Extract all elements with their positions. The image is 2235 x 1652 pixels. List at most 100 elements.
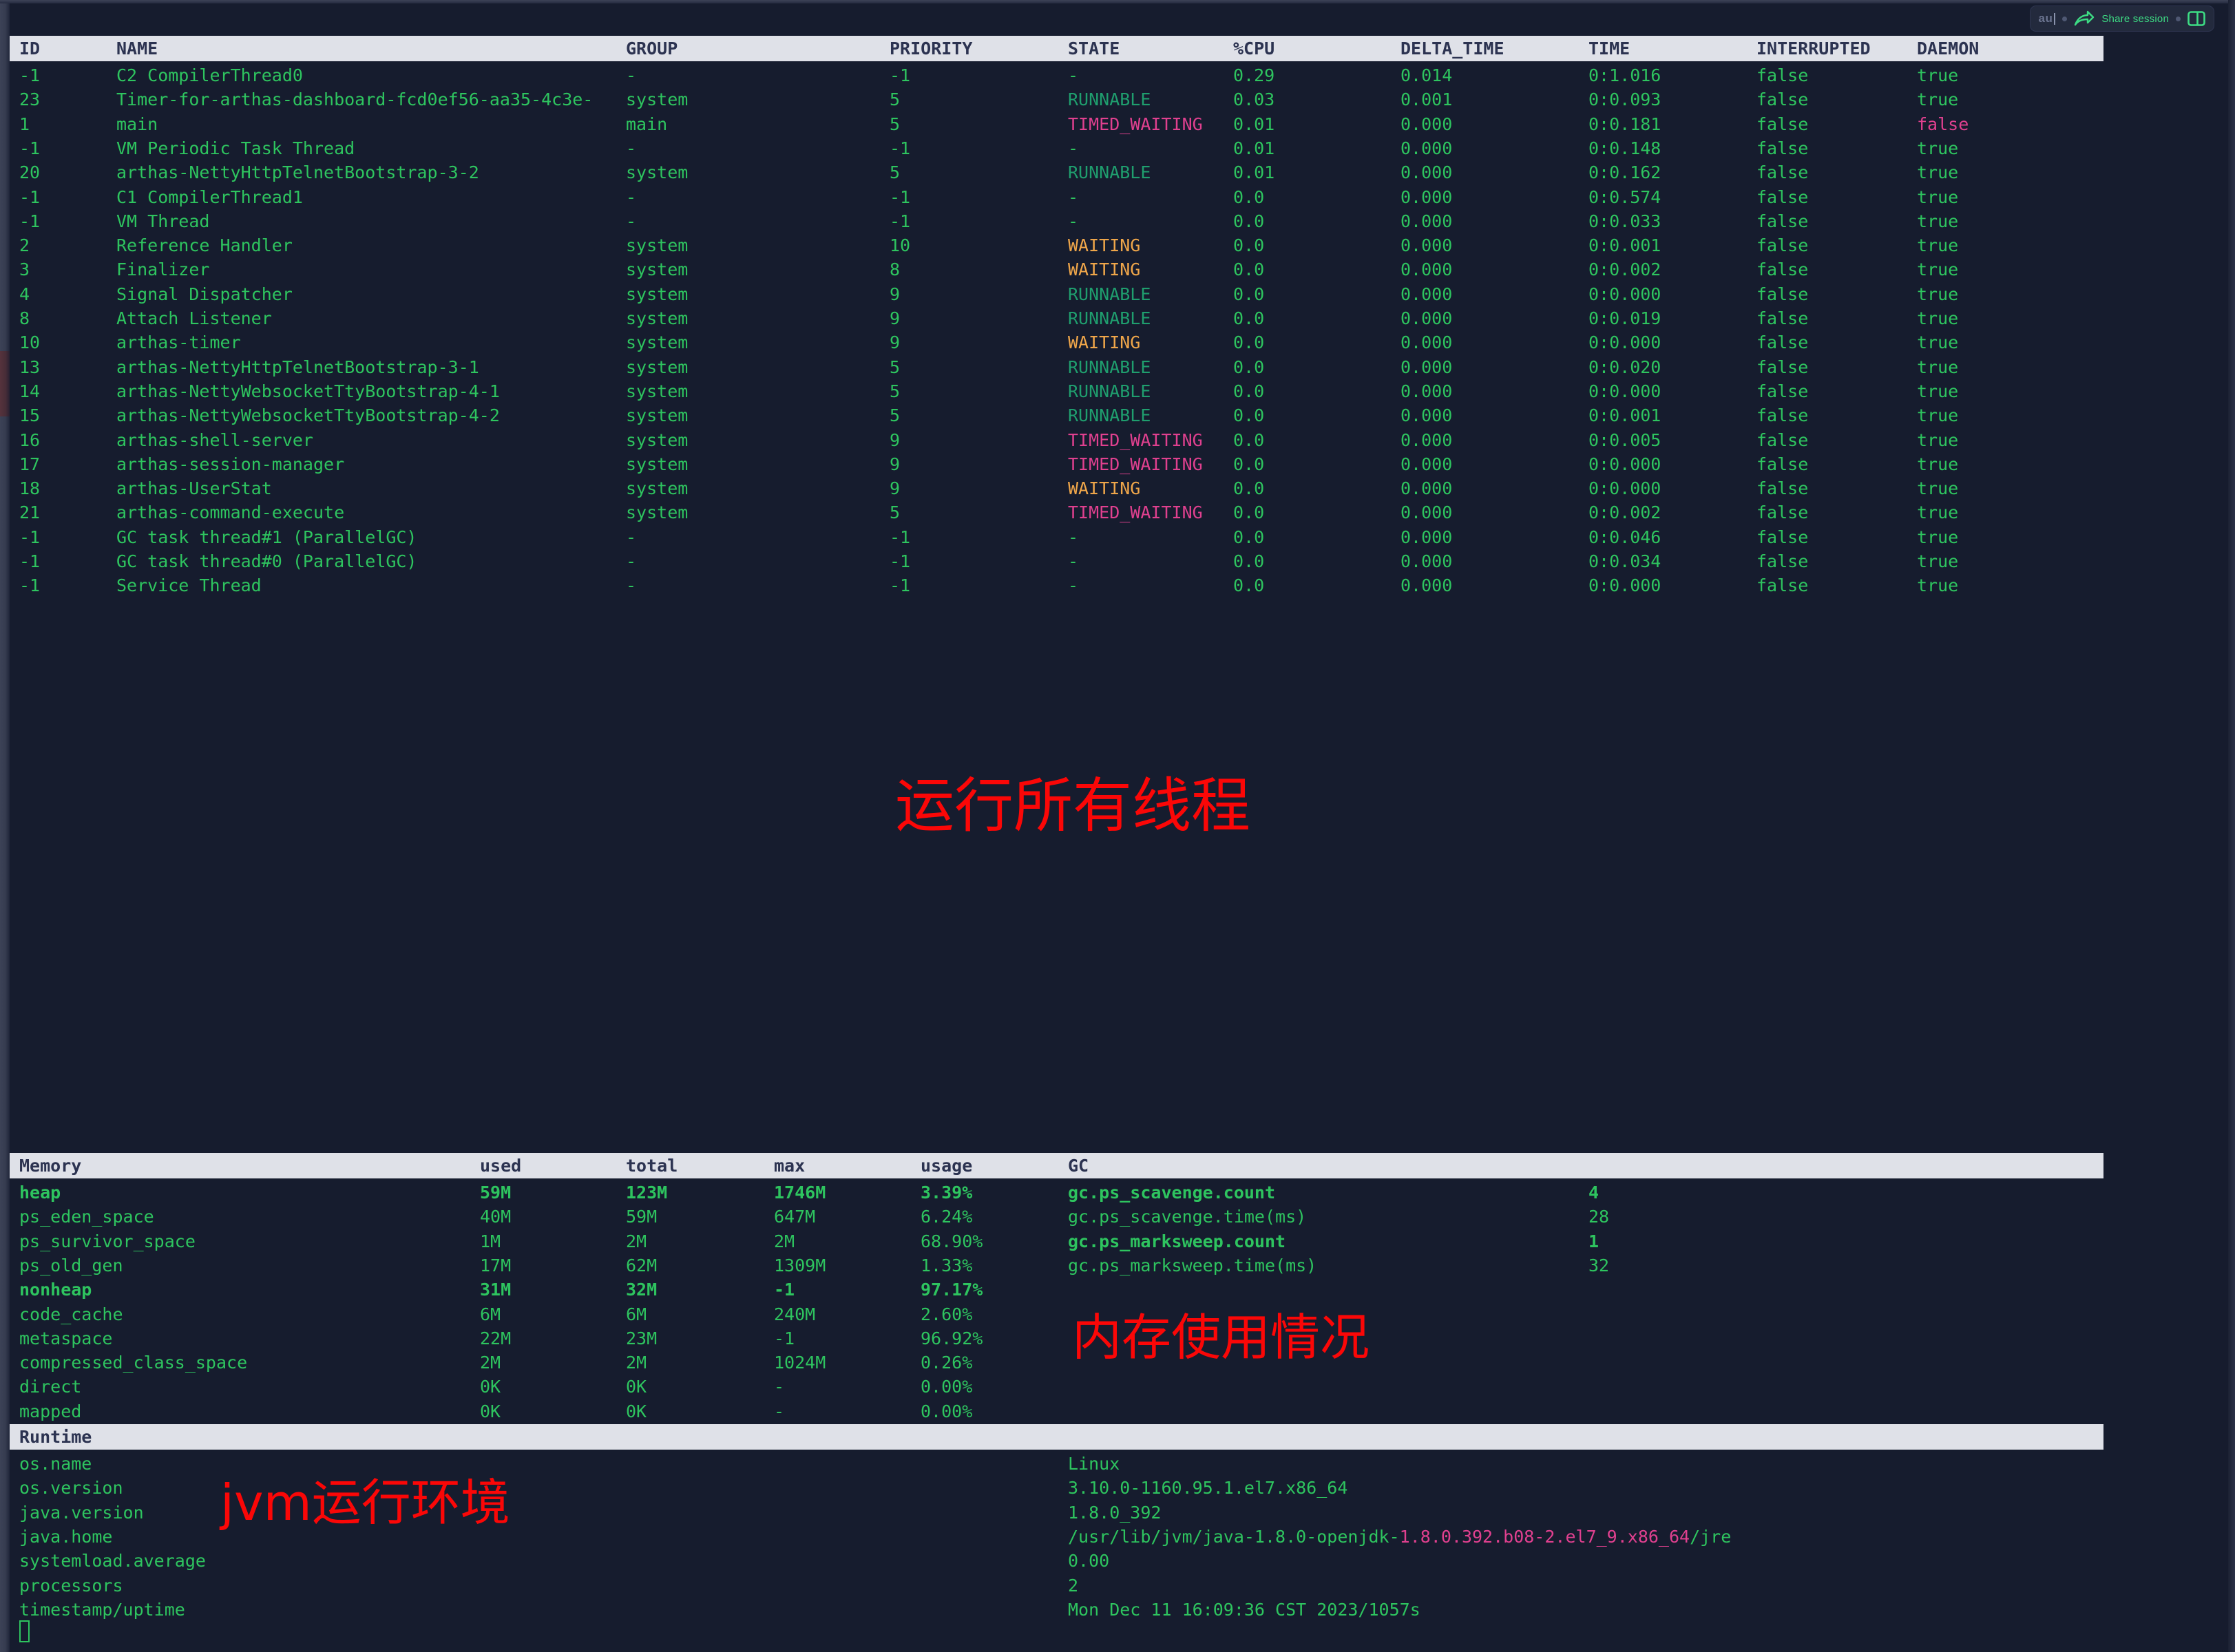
gc-metric-value: 1: [1588, 1231, 1599, 1251]
thread-id: 10: [19, 332, 41, 353]
thread-name: main: [116, 114, 158, 134]
thread-state: TIMED_WAITING: [1068, 114, 1203, 134]
thread-daemon: true: [1917, 284, 1959, 304]
thread-interrupted: false: [1756, 114, 1809, 134]
thread-id: 18: [19, 478, 41, 499]
thread-state: WAITING: [1068, 332, 1141, 353]
threads-col-group: GROUP: [626, 39, 678, 59]
thread-time: 0:0.020: [1588, 357, 1661, 377]
threads-table-row: -1 GC task thread#1 (ParallelGC) - -1 - 0.0 0.…: [10, 525, 2213, 549]
thread-group: -: [626, 527, 637, 547]
thread-interrupted: false: [1756, 575, 1809, 596]
gc-metric-name: gc.ps_marksweep.time(ms): [1068, 1255, 1317, 1275]
thread-delta-time: 0.000: [1400, 138, 1453, 158]
thread-time: 0:0.001: [1588, 235, 1661, 256]
thread-delta-time: 0.000: [1400, 187, 1453, 207]
memory-name: mapped: [19, 1401, 82, 1421]
thread-interrupted: false: [1756, 162, 1809, 183]
threads-table-row: 18 arthas-UserStat system 9 WAITING 0.0 0.000 0…: [10, 476, 2213, 500]
thread-priority: 9: [890, 284, 901, 304]
thread-cpu: 0.0: [1233, 235, 1265, 256]
threads-col-daemon: DAEMON: [1917, 39, 1980, 59]
threads-col-state: STATE: [1068, 39, 1120, 59]
thread-time: 0:0.574: [1588, 187, 1661, 207]
runtime-table-row: os.name Linux: [10, 1452, 2213, 1476]
thread-delta-time: 0.000: [1400, 308, 1453, 328]
thread-state: TIMED_WAITING: [1068, 430, 1203, 450]
runtime-property-name: os.name: [19, 1454, 92, 1474]
threads-col-priority: PRIORITY: [890, 39, 973, 59]
gc-metric-name: gc.ps_scavenge.time(ms): [1068, 1207, 1307, 1227]
memory-table-row: nonheap 31M 32M -1 97.17%: [10, 1278, 2213, 1302]
memory-col-total: total: [626, 1156, 678, 1176]
thread-group: system: [626, 381, 689, 401]
thread-group: -: [626, 575, 637, 596]
thread-group: system: [626, 405, 689, 426]
thread-interrupted: false: [1756, 332, 1809, 353]
thread-id: 1: [19, 114, 30, 134]
runtime-property-value: 0.00: [1068, 1551, 1110, 1571]
thread-daemon: true: [1917, 260, 1959, 280]
runtime-property-value: Linux: [1068, 1454, 1120, 1474]
share-arrow-icon[interactable]: [2074, 10, 2095, 27]
gc-metric-name: gc.ps_scavenge.count: [1068, 1183, 1276, 1203]
runtime-value-highlight: 1.8.0.392.b08-2.el7_9.x86_64: [1399, 1526, 1690, 1547]
thread-interrupted: false: [1756, 260, 1809, 280]
thread-name: GC task thread#1 (ParallelGC): [116, 527, 417, 547]
memory-usage: 0.00%: [921, 1401, 973, 1421]
thread-interrupted: false: [1756, 89, 1809, 110]
thread-state: -: [1068, 551, 1079, 571]
thread-time: 0:0.005: [1588, 430, 1661, 450]
thread-daemon: true: [1917, 551, 1959, 571]
share-session-label[interactable]: Share session: [2101, 13, 2169, 25]
thread-id: 8: [19, 308, 30, 328]
thread-group: system: [626, 332, 689, 353]
thread-id: -1: [19, 187, 41, 207]
split-pane-icon[interactable]: [2187, 11, 2205, 26]
threads-col-time: TIME: [1588, 39, 1630, 59]
thread-cpu: 0.0: [1233, 430, 1265, 450]
thread-group: system: [626, 260, 689, 280]
thread-name: Reference Handler: [116, 235, 293, 256]
thread-delta-time: 0.000: [1400, 114, 1453, 134]
thread-cpu: 0.0: [1233, 527, 1265, 547]
runtime-table-header-bar: [10, 1424, 2103, 1450]
threads-table-row: 21 arthas-command-execute system 5 TIMED_WAI…: [10, 500, 2213, 525]
thread-daemon: true: [1917, 575, 1959, 596]
thread-priority: 5: [890, 114, 901, 134]
thread-time: 0:0.000: [1588, 478, 1661, 499]
memory-used: 0K: [480, 1377, 501, 1397]
threads-col-id: ID: [19, 39, 41, 59]
threads-table-row: -1 VM Thread - -1 - 0.0 0.000 0:0.033 false true: [10, 209, 2213, 233]
memory-max: -: [774, 1377, 785, 1397]
session-name-field[interactable]: au: [2039, 12, 2056, 25]
threads-table-row: 4 Signal Dispatcher system 9 RUNNABLE 0.0 0.00…: [10, 282, 2213, 306]
thread-name: arthas-NettyWebsocketTtyBootstrap-4-2: [116, 405, 500, 426]
threads-table-row: 13 arthas-NettyHttpTelnetBootstrap-3-1 sys…: [10, 355, 2213, 379]
thread-priority: 9: [890, 454, 901, 474]
memory-usage: 96.92%: [921, 1328, 983, 1348]
thread-cpu: 0.01: [1233, 162, 1275, 183]
thread-delta-time: 0.000: [1400, 332, 1453, 353]
thread-priority: -1: [890, 211, 911, 231]
thread-priority: 9: [890, 332, 901, 353]
memory-max: 1024M: [774, 1353, 826, 1373]
thread-daemon: true: [1917, 162, 1959, 183]
thread-id: 14: [19, 381, 41, 401]
thread-group: system: [626, 454, 689, 474]
thread-group: -: [626, 187, 637, 207]
thread-name: arthas-shell-server: [116, 430, 313, 450]
thread-cpu: 0.0: [1233, 502, 1265, 523]
runtime-property-value: 3.10.0-1160.95.1.el7.x86_64: [1068, 1478, 1348, 1499]
thread-daemon: true: [1917, 357, 1959, 377]
thread-state: TIMED_WAITING: [1068, 454, 1203, 474]
memory-name: direct: [19, 1377, 82, 1397]
thread-priority: 9: [890, 430, 901, 450]
thread-time: 0:0.000: [1588, 332, 1661, 353]
memory-used: 0K: [480, 1401, 501, 1421]
thread-daemon: true: [1917, 332, 1959, 353]
thread-time: 0:0.001: [1588, 405, 1661, 426]
thread-id: 17: [19, 454, 41, 474]
thread-interrupted: false: [1756, 138, 1809, 158]
memory-usage: 97.17%: [921, 1280, 983, 1300]
